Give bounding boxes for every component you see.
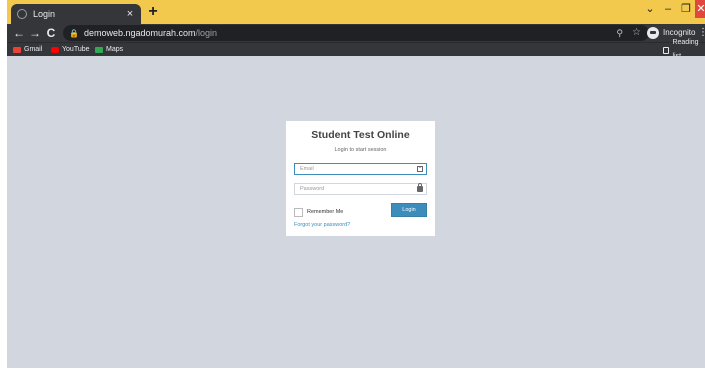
youtube-icon bbox=[51, 47, 59, 53]
login-title: Student Test Online bbox=[311, 129, 410, 141]
maximize-icon[interactable]: ❐ bbox=[679, 0, 693, 18]
password-field bbox=[294, 183, 427, 195]
login-box: Student Test Online Login to start sessi… bbox=[286, 121, 435, 236]
lock-icon bbox=[417, 183, 423, 192]
login-button[interactable]: Login bbox=[391, 203, 427, 217]
site-info-lock-icon[interactable]: 🔒 bbox=[69, 29, 79, 38]
tab-title: Login bbox=[33, 9, 56, 19]
email-field bbox=[294, 163, 427, 175]
reload-icon[interactable]: C bbox=[43, 25, 59, 41]
forgot-password-link[interactable]: Forgot your password? bbox=[294, 222, 350, 228]
bookmark-label: YouTube bbox=[62, 46, 90, 53]
bookmark-gmail[interactable]: Gmail bbox=[13, 43, 42, 57]
email-input[interactable] bbox=[295, 164, 413, 174]
login-message: Login to start session bbox=[334, 147, 387, 153]
new-tab-icon[interactable]: + bbox=[145, 4, 161, 20]
incognito-icon bbox=[647, 27, 659, 39]
address-bar[interactable]: 🔒 demoweb.ngadomurah.com/login ⚲ ☆ bbox=[63, 25, 649, 41]
search-icon[interactable]: ⚲ bbox=[616, 25, 623, 41]
remember-me[interactable]: Remember Me bbox=[294, 207, 343, 217]
back-arrow-icon[interactable]: ← bbox=[11, 25, 27, 41]
tab-search-icon[interactable]: ⌄ bbox=[643, 0, 657, 18]
url-host: demoweb.ngadomurah.com bbox=[83, 28, 196, 38]
forward-arrow-icon[interactable]: → bbox=[27, 25, 43, 41]
tab-favicon-icon bbox=[17, 9, 27, 19]
bookmark-label: Maps bbox=[106, 46, 124, 53]
close-window-icon[interactable]: ✕ bbox=[695, 0, 705, 18]
bookmark-label: Gmail bbox=[24, 46, 43, 53]
minimize-icon[interactable]: – bbox=[661, 0, 675, 18]
browser-window: Login × + ⌄ – ❐ ✕ ← → C 🔒 demoweb.ngadomu… bbox=[7, 0, 705, 368]
browser-toolbar: ← → C 🔒 demoweb.ngadomurah.com/login ⚲ ☆ … bbox=[7, 24, 705, 42]
tab-close-icon[interactable]: × bbox=[123, 7, 137, 21]
remember-me-label: Remember Me bbox=[307, 209, 344, 215]
bookmark-youtube[interactable]: YouTube bbox=[51, 43, 90, 57]
bookmark-maps[interactable]: Maps bbox=[95, 43, 123, 57]
bookmark-star-icon[interactable]: ☆ bbox=[632, 25, 641, 41]
envelope-icon bbox=[417, 166, 423, 172]
tab-strip: Login × + ⌄ – ❐ ✕ bbox=[7, 0, 705, 24]
gmail-icon bbox=[13, 47, 21, 53]
maps-icon bbox=[95, 47, 103, 53]
password-input[interactable] bbox=[295, 184, 413, 194]
tab-login[interactable]: Login × bbox=[11, 4, 141, 24]
bookmarks-bar: Gmail YouTube Maps Reading list bbox=[7, 39, 705, 60]
reading-list-icon bbox=[663, 46, 670, 54]
url-path: /login bbox=[195, 28, 218, 38]
remember-me-checkbox[interactable] bbox=[294, 207, 303, 217]
page-content: Student Test Online Login to start sessi… bbox=[7, 56, 705, 368]
reading-list[interactable]: Reading list bbox=[663, 39, 705, 60]
